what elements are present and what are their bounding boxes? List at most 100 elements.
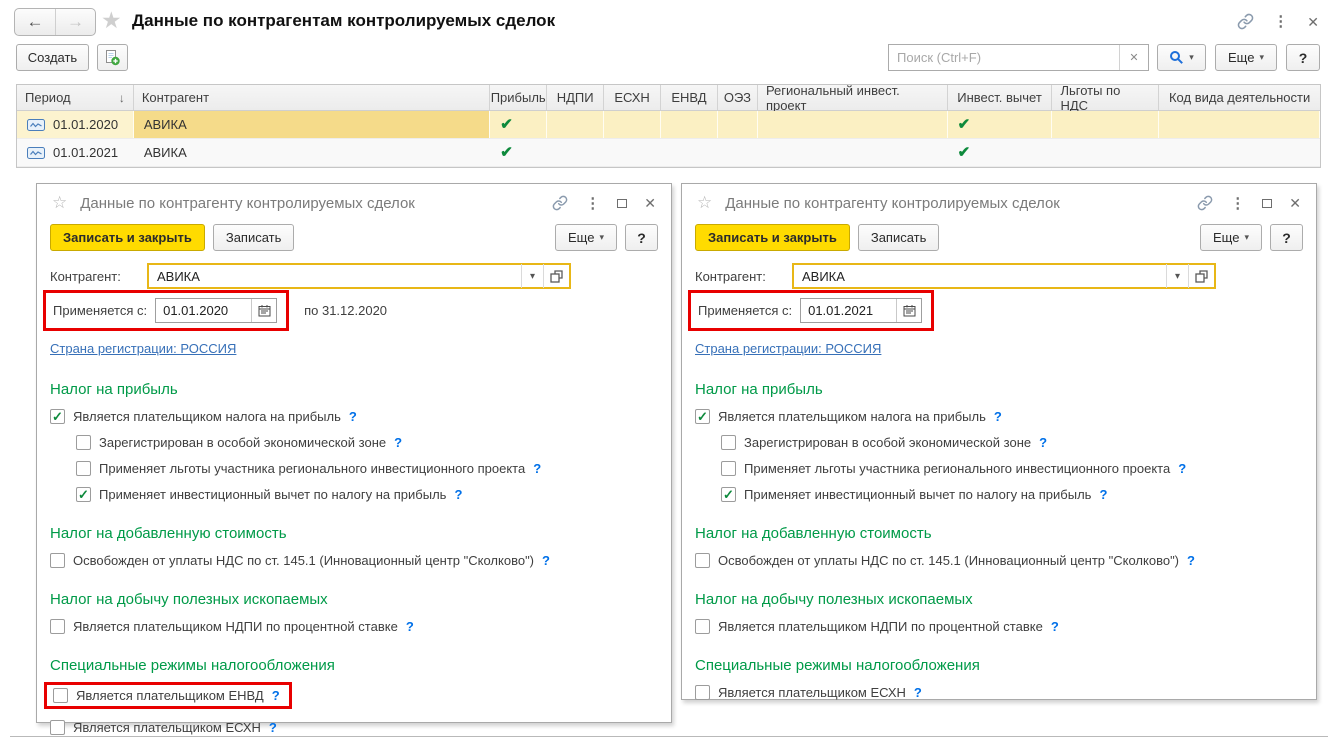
search-input[interactable] [889,45,1119,70]
help-button[interactable]: ? [1286,44,1320,71]
checkbox-unchecked[interactable] [76,435,91,450]
checkbox-row: Является плательщиком НДПИ по процентной… [695,619,1303,634]
cell-text: АВИКА [144,145,187,160]
country-registration-link[interactable]: Страна регистрации: РОССИЯ [50,341,236,356]
applies-from-value: 01.01.2020 [156,303,251,318]
checkbox-unchecked[interactable] [721,435,736,450]
help-question-icon[interactable]: ? [542,553,550,568]
help-question-icon[interactable]: ? [394,435,402,450]
checkbox-unchecked[interactable] [50,619,65,634]
column-header-6[interactable]: ЕНВД [661,85,718,110]
help-button[interactable]: ? [1270,224,1303,251]
help-question-icon[interactable]: ? [406,619,414,634]
column-header-10[interactable]: Льготы по НДС [1052,85,1159,110]
calendar-icon[interactable] [251,299,276,322]
column-header-8[interactable]: Региональный инвест. проект [758,85,948,110]
column-header-4[interactable]: НДПИ [547,85,604,110]
checkbox-row: Является плательщиком ЕСХН? [695,685,1303,700]
favorite-star-outline-icon[interactable]: ☆ [697,193,712,213]
help-question-icon[interactable]: ? [349,409,357,424]
column-header-label: ЕНВД [671,90,706,105]
back-arrow-icon[interactable]: ← [15,9,55,35]
window-bottom-frame [10,736,1328,738]
create-button[interactable]: Создать [16,44,89,71]
find-button[interactable]: ▾ [1157,44,1206,71]
chevron-down-icon[interactable]: ▾ [522,271,543,282]
more-button[interactable]: Еще ▾ [1215,44,1277,71]
close-icon[interactable]: ✕ [1307,15,1319,29]
checkbox-unchecked[interactable] [695,553,710,568]
column-header-3[interactable]: Прибыль [490,85,547,110]
help-question-icon[interactable]: ? [533,461,541,476]
calendar-icon[interactable] [896,299,921,322]
menu-dots-icon[interactable]: ⋮ [585,196,600,211]
favorite-star-icon[interactable]: ★ [101,7,122,34]
search-clear-icon[interactable]: ✕ [1119,45,1148,70]
checkbox-unchecked[interactable] [76,461,91,476]
open-item-icon[interactable] [544,270,569,283]
help-question-icon[interactable]: ? [272,688,280,703]
help-question-icon[interactable]: ? [1051,619,1059,634]
column-header-5[interactable]: ЕСХН [604,85,661,110]
menu-dots-icon[interactable]: ⋮ [1230,196,1245,211]
help-question-icon[interactable]: ? [1039,435,1047,450]
checkbox-unchecked[interactable] [53,688,68,703]
applies-from-date-input[interactable]: 01.01.2021 [800,298,922,323]
help-button[interactable]: ? [625,224,658,251]
checkbox-checked[interactable]: ✓ [76,487,91,502]
check-icon: ✔ [500,145,513,160]
column-header-9[interactable]: Инвест. вычет [948,85,1053,110]
checkbox-unchecked[interactable] [695,619,710,634]
save-button[interactable]: Записать [213,224,295,251]
help-question-icon[interactable]: ? [269,720,277,735]
close-icon[interactable]: ✕ [1289,196,1301,210]
column-header-2[interactable]: Контрагент [134,85,490,110]
link-icon[interactable] [552,195,568,211]
column-header-7[interactable]: ОЭЗ [718,85,758,110]
checkbox-checked[interactable]: ✓ [695,409,710,424]
country-registration-link[interactable]: Страна регистрации: РОССИЯ [695,341,881,356]
maximize-icon[interactable] [617,199,627,208]
checkbox-unchecked[interactable] [50,720,65,735]
chevron-down-icon[interactable]: ▾ [1167,271,1188,282]
help-question-icon[interactable]: ? [1178,461,1186,476]
checkbox-unchecked[interactable] [721,461,736,476]
help-question-icon[interactable]: ? [454,487,462,502]
applies-from-label: Применяется с: [698,303,792,318]
column-header-11[interactable]: Код вида деятельности [1159,85,1320,110]
open-item-icon[interactable] [1189,270,1214,283]
close-icon[interactable]: ✕ [644,196,656,210]
checkbox-checked[interactable]: ✓ [721,487,736,502]
checkbox-row: ✓Является плательщиком налога на прибыль… [50,409,658,424]
table-row[interactable]: 01.01.2021АВИКА✔✔ [17,139,1320,167]
forward-arrow-icon[interactable]: → [55,9,95,35]
counterparty-combobox[interactable]: АВИКА▾ [792,263,1216,289]
column-header-1[interactable]: Период↓ [17,85,134,110]
favorite-star-outline-icon[interactable]: ☆ [52,193,67,213]
more-button[interactable]: Еще▾ [555,224,617,251]
link-icon[interactable] [1237,13,1254,30]
help-question-icon[interactable]: ? [994,409,1002,424]
checkbox-unchecked[interactable] [695,685,710,700]
more-button[interactable]: Еще▾ [1200,224,1262,251]
create-new-icon-button[interactable] [97,44,128,71]
counterparty-combobox[interactable]: АВИКА▾ [147,263,571,289]
dialog-window: ☆Данные по контрагенту контролируемых сд… [681,183,1317,700]
table-cell: 01.01.2021 [17,139,134,166]
applies-from-date-input[interactable]: 01.01.2020 [155,298,277,323]
save-and-close-button[interactable]: Записать и закрыть [695,224,850,251]
help-question-icon[interactable]: ? [1187,553,1195,568]
help-question-icon[interactable]: ? [914,685,922,700]
link-icon[interactable] [1197,195,1213,211]
checkbox-checked[interactable]: ✓ [50,409,65,424]
maximize-icon[interactable] [1262,199,1272,208]
country-row: Страна регистрации: РОССИЯ [37,329,671,358]
save-and-close-button[interactable]: Записать и закрыть [50,224,205,251]
checkbox-unchecked[interactable] [50,553,65,568]
help-question-icon[interactable]: ? [1099,487,1107,502]
checkbox-label: Является плательщиком налога на прибыль [718,409,986,424]
menu-dots-icon[interactable]: ⋮ [1273,14,1288,29]
table-row[interactable]: 01.01.2020АВИКА✔✔ [17,111,1320,139]
save-button[interactable]: Записать [858,224,940,251]
cell-text: АВИКА [144,117,187,132]
